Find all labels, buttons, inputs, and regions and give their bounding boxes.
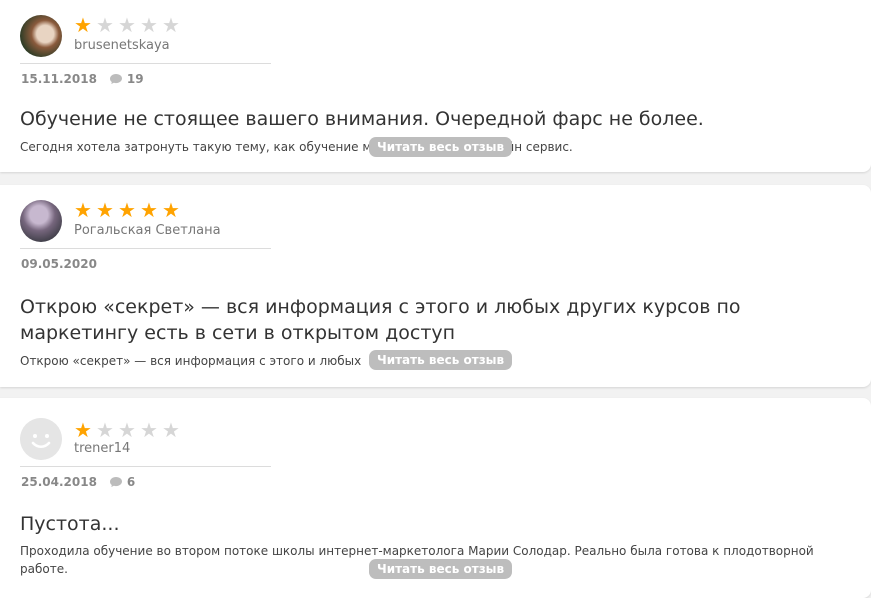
star-icon: ★ bbox=[118, 418, 136, 442]
comments-count[interactable]: 6 bbox=[109, 475, 135, 489]
star-icon: ★ bbox=[118, 13, 136, 37]
rating-stars: ★ ★ ★ ★ ★ bbox=[73, 200, 181, 220]
review-snippet-start: Открою «секрет» — вся информация с этого… bbox=[20, 354, 362, 368]
review-date: 09.05.2020 bbox=[21, 257, 97, 271]
review-snippet-tail: йн сервис. bbox=[506, 140, 573, 154]
star-icon: ★ bbox=[140, 418, 158, 442]
comments-count-value: 6 bbox=[126, 475, 136, 489]
comments-count-value: 19 bbox=[126, 72, 144, 86]
avatar[interactable] bbox=[20, 200, 62, 242]
review-meta: 15.11.2018 19 bbox=[21, 72, 144, 86]
review-date: 25.04.2018 bbox=[21, 475, 97, 489]
speech-bubble-icon bbox=[109, 74, 122, 84]
author-name[interactable]: brusenetskaya bbox=[74, 38, 170, 53]
author-name[interactable]: Рогальская Светлана bbox=[74, 223, 221, 238]
star-icon: ★ bbox=[74, 198, 92, 222]
review-date: 15.11.2018 bbox=[21, 72, 97, 86]
star-icon: ★ bbox=[140, 198, 158, 222]
review-card: ★ ★ ★ ★ ★ brusenetskaya 15.11.2018 19 Об… bbox=[0, 0, 871, 172]
rating-stars: ★ ★ ★ ★ ★ bbox=[73, 15, 181, 35]
review-meta: 25.04.2018 6 bbox=[21, 475, 135, 489]
smiley-face-icon bbox=[20, 418, 62, 460]
star-icon: ★ bbox=[96, 198, 114, 222]
avatar[interactable] bbox=[20, 418, 62, 460]
star-icon: ★ bbox=[162, 13, 180, 37]
divider bbox=[20, 248, 271, 249]
speech-bubble-icon bbox=[109, 477, 122, 487]
divider bbox=[20, 466, 271, 467]
read-full-review-button[interactable]: Читать весь отзыв bbox=[369, 137, 513, 157]
read-full-review-button[interactable]: Читать весь отзыв bbox=[369, 350, 513, 370]
star-icon: ★ bbox=[74, 418, 92, 442]
review-snippet-start: Сегодня хотела затронуть такую тему, как… bbox=[20, 140, 372, 154]
review-meta: 09.05.2020 bbox=[21, 257, 97, 271]
review-title[interactable]: Пустота... bbox=[20, 511, 860, 537]
read-full-review-button[interactable]: Читать весь отзыв bbox=[369, 559, 513, 579]
star-icon: ★ bbox=[162, 418, 180, 442]
divider bbox=[20, 63, 271, 64]
review-title[interactable]: Обучение не стоящее вашего внимания. Оче… bbox=[20, 106, 860, 132]
review-card: ★ ★ ★ ★ ★ Рогальская Светлана 09.05.2020… bbox=[0, 185, 871, 387]
review-card: ★ ★ ★ ★ ★ trener14 25.04.2018 6 Пустота.… bbox=[0, 398, 871, 598]
avatar[interactable] bbox=[20, 15, 62, 57]
star-icon: ★ bbox=[140, 13, 158, 37]
star-icon: ★ bbox=[96, 13, 114, 37]
star-icon: ★ bbox=[118, 198, 136, 222]
star-icon: ★ bbox=[74, 13, 92, 37]
rating-stars: ★ ★ ★ ★ ★ bbox=[73, 420, 181, 440]
review-title[interactable]: Открою «секрет» — вся информация с этого… bbox=[20, 294, 860, 346]
author-name[interactable]: trener14 bbox=[74, 441, 130, 456]
star-icon: ★ bbox=[96, 418, 114, 442]
comments-count[interactable]: 19 bbox=[109, 72, 144, 86]
star-icon: ★ bbox=[162, 198, 180, 222]
